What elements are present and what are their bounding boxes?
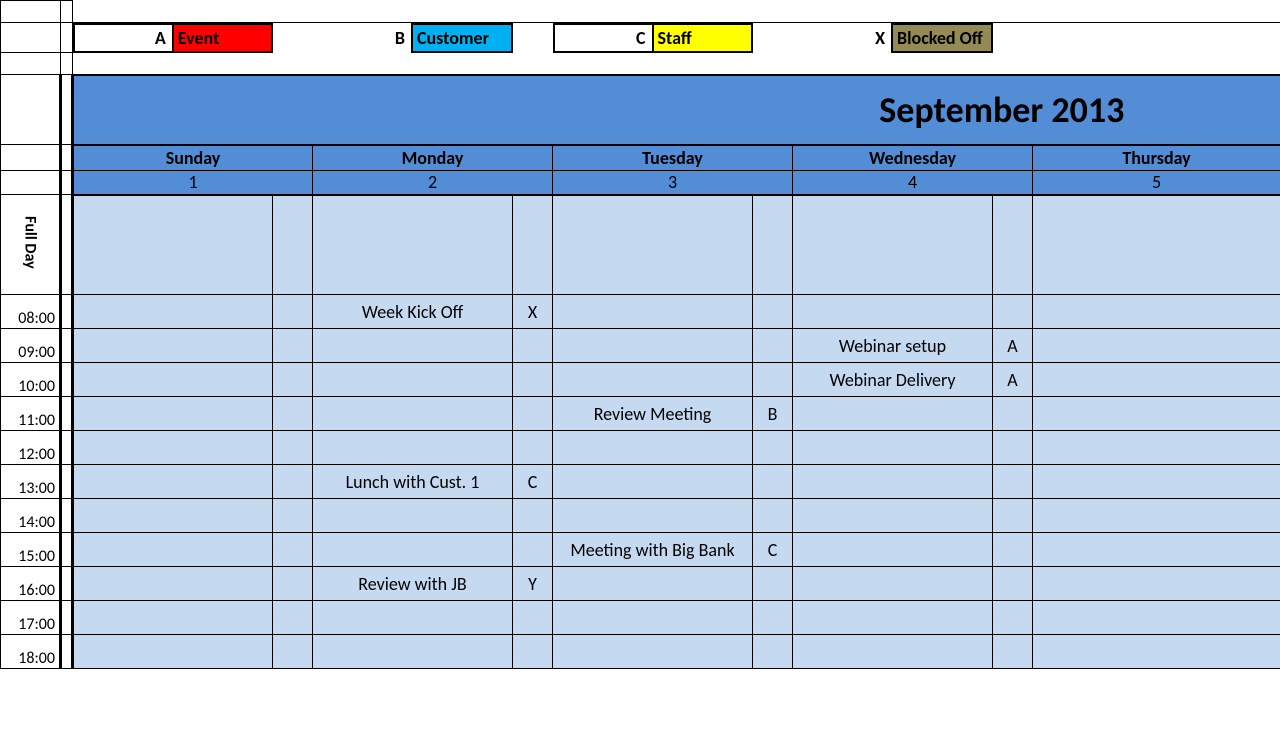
fullday-row: Full Day: [1, 195, 1280, 295]
cell-thu-fullday[interactable]: [1033, 195, 1280, 295]
event-wed-1000[interactable]: Webinar Delivery: [793, 363, 993, 397]
legend-code-b: B: [313, 24, 413, 52]
legend-row: A Event B Customer C Staff X Blocked Off: [1, 23, 1280, 53]
event-mon-1300[interactable]: Lunch with Cust. 1: [313, 465, 513, 499]
legend-code-c: C: [554, 24, 653, 52]
eventcode-wed-0900[interactable]: A: [993, 329, 1033, 363]
time-label-1600: 16:00: [1, 567, 61, 601]
time-label-1000: 10:00: [1, 363, 61, 397]
legend-label-blocked: Blocked Off: [892, 24, 992, 52]
eventcode-mon-1300[interactable]: C: [513, 465, 553, 499]
row-1800: 18:00: [1, 635, 1280, 669]
weekday-sun: Sunday: [73, 145, 313, 171]
eventcode-tue-1100[interactable]: B: [753, 397, 793, 431]
time-label-1100: 11:00: [1, 397, 61, 431]
event-tue-1500[interactable]: Meeting with Big Bank: [553, 533, 753, 567]
row-0800: 08:00 Week Kick Off X: [1, 295, 1280, 329]
eventcode-wed-1000[interactable]: A: [993, 363, 1033, 397]
event-mon-1600[interactable]: Review with JB: [313, 567, 513, 601]
date-wed: 4: [793, 171, 1033, 195]
row-0900: 09:00 Webinar setup A: [1, 329, 1280, 363]
event-tue-1100[interactable]: Review Meeting: [553, 397, 753, 431]
blank-row-2: [1, 53, 1280, 75]
row-1100: 11:00 Review Meeting B: [1, 397, 1280, 431]
row-1700: 17:00: [1, 601, 1280, 635]
blank-row-top: [1, 1, 1280, 23]
row-1600: 16:00 Review with JB Y: [1, 567, 1280, 601]
month-title-row: September 2013: [1, 75, 1280, 145]
legend-label-customer: Customer: [412, 24, 512, 52]
date-sun: 1: [73, 171, 313, 195]
weekday-wed: Wednesday: [793, 145, 1033, 171]
legend-label-staff: Staff: [653, 24, 752, 52]
time-label-1700: 17:00: [1, 601, 61, 635]
time-label-1500: 15:00: [1, 533, 61, 567]
cell-mon-fullday[interactable]: [313, 195, 513, 295]
legend-label-event: Event: [173, 24, 272, 52]
row-1400: 14:00: [1, 499, 1280, 533]
legend-code-x: X: [793, 24, 893, 52]
time-label-0900: 09:00: [1, 329, 61, 363]
date-mon: 2: [313, 171, 553, 195]
eventcode-mon-0800[interactable]: X: [513, 295, 553, 329]
row-1500: 15:00 Meeting with Big Bank C: [1, 533, 1280, 567]
event-wed-0900[interactable]: Webinar setup: [793, 329, 993, 363]
row-1000: 10:00 Webinar Delivery A: [1, 363, 1280, 397]
event-mon-0800[interactable]: Week Kick Off: [313, 295, 513, 329]
time-label-1300: 13:00: [1, 465, 61, 499]
eventcode-mon-1600[interactable]: Y: [513, 567, 553, 601]
cell-wed-fullday[interactable]: [793, 195, 993, 295]
row-1200: 12:00: [1, 431, 1280, 465]
month-title: September 2013: [74, 88, 1280, 132]
time-label-0800: 08:00: [1, 295, 61, 329]
cell-tue-fullday[interactable]: [553, 195, 753, 295]
date-tue: 3: [553, 171, 793, 195]
time-label-1400: 14:00: [1, 499, 61, 533]
fullday-label: Full Day: [1, 195, 61, 295]
time-label-1200: 12:00: [1, 431, 61, 465]
eventcode-tue-1500[interactable]: C: [753, 533, 793, 567]
legend-code-a: A: [74, 24, 173, 52]
row-1300: 13:00 Lunch with Cust. 1 C: [1, 465, 1280, 499]
date-thu: 5: [1033, 171, 1280, 195]
weekday-header-row: Sunday Monday Tuesday Wednesday Thursday: [1, 145, 1280, 171]
date-header-row: 1 2 3 4 5: [1, 171, 1280, 195]
calendar-spreadsheet[interactable]: A Event B Customer C Staff X Blocked Off: [0, 0, 1280, 669]
weekday-thu: Thursday: [1033, 145, 1280, 171]
weekday-tue: Tuesday: [553, 145, 793, 171]
weekday-mon: Monday: [313, 145, 553, 171]
time-label-1800: 18:00: [1, 635, 61, 669]
cell-sun-fullday[interactable]: [73, 195, 273, 295]
